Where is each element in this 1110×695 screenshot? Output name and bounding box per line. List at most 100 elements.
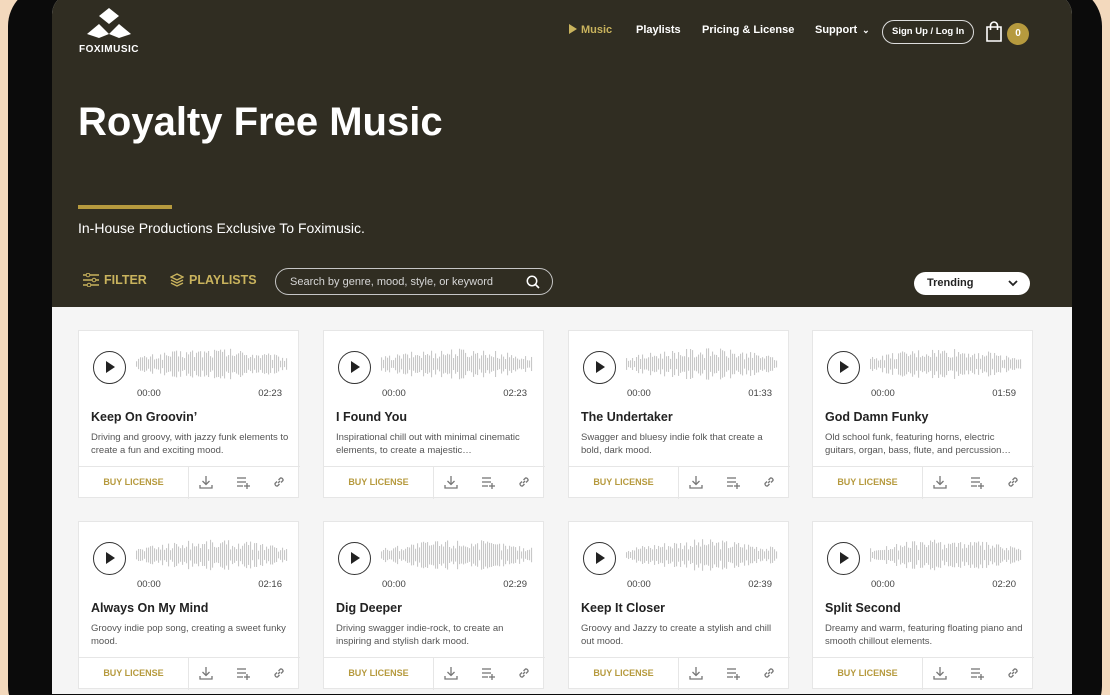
waveform-bar bbox=[491, 543, 493, 567]
buy-license-button[interactable]: BUY LICENSE bbox=[324, 467, 434, 499]
download-icon[interactable] bbox=[199, 475, 213, 489]
link-icon[interactable] bbox=[517, 475, 531, 489]
play-button[interactable] bbox=[827, 351, 860, 384]
track-title[interactable]: I Found You bbox=[336, 410, 407, 424]
track-title[interactable]: Always On My Mind bbox=[91, 601, 208, 615]
add-to-playlist-icon[interactable] bbox=[236, 475, 251, 489]
link-icon[interactable] bbox=[272, 666, 286, 680]
add-to-playlist-icon[interactable] bbox=[726, 475, 741, 489]
link-icon[interactable] bbox=[762, 666, 776, 680]
track-title[interactable]: Keep It Closer bbox=[581, 601, 665, 615]
waveform-bar bbox=[1010, 359, 1012, 369]
buy-license-button[interactable]: BUY LICENSE bbox=[569, 467, 679, 499]
waveform[interactable] bbox=[626, 537, 778, 573]
link-icon[interactable] bbox=[517, 666, 531, 680]
waveform-bar bbox=[710, 539, 712, 571]
buy-license-button[interactable]: BUY LICENSE bbox=[79, 467, 189, 499]
track-title[interactable]: God Damn Funky bbox=[825, 410, 928, 424]
waveform[interactable] bbox=[626, 346, 778, 382]
play-button[interactable] bbox=[93, 542, 126, 575]
add-to-playlist-icon[interactable] bbox=[481, 666, 496, 680]
waveform-bar bbox=[511, 355, 513, 373]
nav-music[interactable]: Music bbox=[569, 24, 612, 36]
track-title[interactable]: Keep On Groovin’ bbox=[91, 410, 197, 424]
link-icon[interactable] bbox=[1006, 475, 1020, 489]
waveform-bar bbox=[443, 546, 445, 564]
nav-support[interactable]: Support ⌄ bbox=[815, 24, 870, 36]
download-icon[interactable] bbox=[444, 475, 458, 489]
waveform-bar bbox=[660, 547, 662, 563]
waveform-bar bbox=[656, 356, 658, 372]
waveform-bar bbox=[712, 351, 714, 377]
add-to-playlist-icon[interactable] bbox=[970, 666, 985, 680]
waveform-bar bbox=[982, 355, 984, 373]
link-icon[interactable] bbox=[272, 475, 286, 489]
track-current-time: 00:00 bbox=[137, 388, 161, 399]
link-icon[interactable] bbox=[762, 475, 776, 489]
add-to-playlist-icon[interactable] bbox=[481, 475, 496, 489]
link-icon[interactable] bbox=[1006, 666, 1020, 680]
add-to-playlist-icon[interactable] bbox=[236, 666, 251, 680]
play-button[interactable] bbox=[93, 351, 126, 384]
filter-button[interactable]: FILTER bbox=[83, 272, 147, 288]
nav-playlists[interactable]: Playlists bbox=[636, 24, 681, 36]
buy-license-button[interactable]: BUY LICENSE bbox=[324, 658, 434, 690]
download-icon[interactable] bbox=[444, 666, 458, 680]
waveform[interactable] bbox=[870, 537, 1022, 573]
play-button[interactable] bbox=[583, 542, 616, 575]
waveform-bar bbox=[190, 549, 192, 561]
signup-login-button[interactable]: Sign Up / Log In bbox=[882, 20, 975, 44]
add-to-playlist-icon[interactable] bbox=[726, 666, 741, 680]
waveform[interactable] bbox=[870, 346, 1022, 382]
waveform-bar bbox=[920, 357, 922, 371]
play-button[interactable] bbox=[827, 542, 860, 575]
play-button[interactable] bbox=[583, 351, 616, 384]
waveform-bar bbox=[178, 546, 180, 564]
buy-license-button[interactable]: BUY LICENSE bbox=[813, 467, 923, 499]
waveform-bar bbox=[451, 349, 453, 379]
add-to-playlist-icon[interactable] bbox=[970, 475, 985, 489]
play-button[interactable] bbox=[338, 351, 371, 384]
waveform-bar bbox=[1010, 546, 1012, 564]
download-icon[interactable] bbox=[199, 666, 213, 680]
waveform-bar bbox=[158, 547, 160, 563]
download-icon[interactable] bbox=[689, 666, 703, 680]
waveform-bar bbox=[254, 543, 256, 567]
waveform-bar bbox=[527, 360, 529, 368]
search-input[interactable] bbox=[290, 274, 520, 290]
waveform-bar bbox=[924, 544, 926, 566]
waveform-bar bbox=[142, 357, 144, 371]
waveform[interactable] bbox=[381, 346, 533, 382]
waveform[interactable] bbox=[381, 537, 533, 573]
sort-dropdown[interactable]: Trending bbox=[914, 272, 1030, 295]
buy-license-button[interactable]: BUY LICENSE bbox=[79, 658, 189, 690]
waveform-bar bbox=[746, 353, 748, 375]
waveform-bar bbox=[914, 353, 916, 375]
waveform-bar bbox=[423, 541, 425, 569]
waveform-bar bbox=[630, 551, 632, 559]
waveform-bar bbox=[274, 547, 276, 563]
waveform[interactable] bbox=[136, 346, 288, 382]
waveform[interactable] bbox=[136, 537, 288, 573]
buy-license-button[interactable]: BUY LICENSE bbox=[569, 658, 679, 690]
nav-pricing-license[interactable]: Pricing & License bbox=[702, 24, 794, 36]
download-icon[interactable] bbox=[689, 475, 703, 489]
playlists-button[interactable]: PLAYLISTS bbox=[169, 273, 257, 287]
track-title[interactable]: Dig Deeper bbox=[336, 601, 402, 615]
download-icon[interactable] bbox=[933, 475, 947, 489]
waveform-bar bbox=[142, 549, 144, 561]
cart-icon[interactable] bbox=[985, 21, 1003, 43]
track-title[interactable]: The Undertaker bbox=[581, 410, 673, 424]
waveform-bar bbox=[413, 544, 415, 566]
waveform-bar bbox=[517, 358, 519, 370]
waveform-bar bbox=[694, 539, 696, 571]
search-icon[interactable] bbox=[526, 275, 540, 289]
waveform-bar bbox=[716, 354, 718, 374]
waveform-bar bbox=[704, 544, 706, 566]
waveform-bar bbox=[968, 353, 970, 375]
track-title[interactable]: Split Second bbox=[825, 601, 901, 615]
download-icon[interactable] bbox=[933, 666, 947, 680]
waveform-bar bbox=[944, 350, 946, 378]
play-button[interactable] bbox=[338, 542, 371, 575]
buy-license-button[interactable]: BUY LICENSE bbox=[813, 658, 923, 690]
